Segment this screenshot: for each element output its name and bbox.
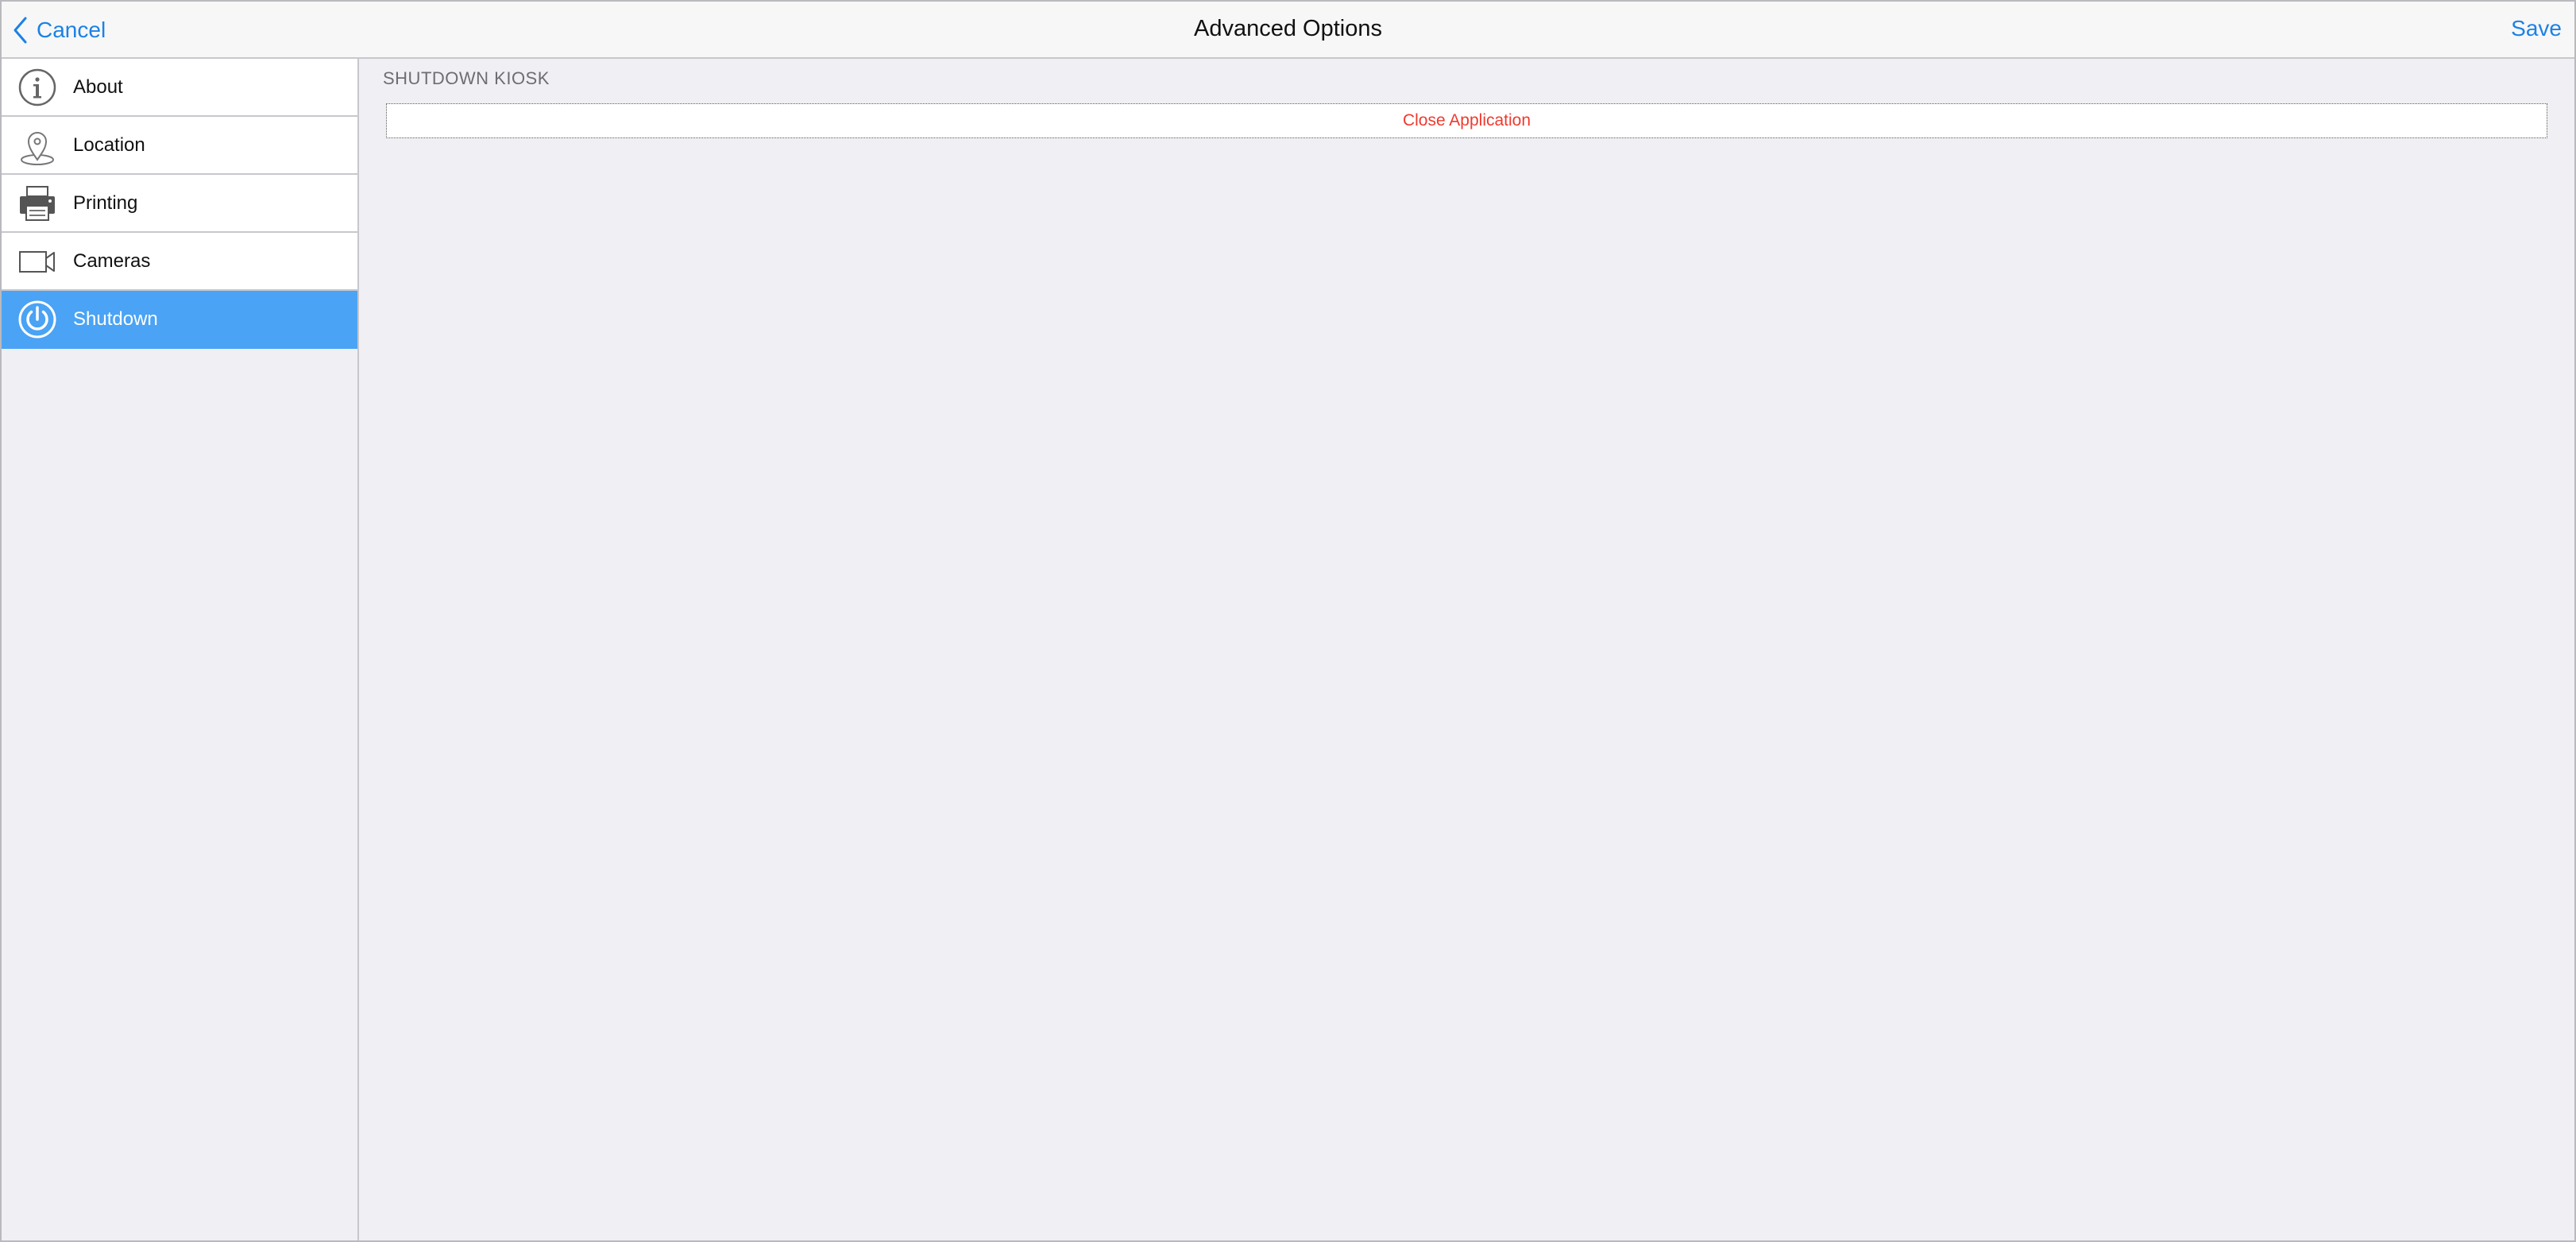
sidebar-item-printing[interactable]: Printing [2,175,357,233]
close-application-button[interactable]: Close Application [386,103,2547,138]
sidebar-item-about[interactable]: About [2,59,357,117]
power-icon [18,300,56,338]
section-header: SHUTDOWN KIOSK [383,68,550,88]
sidebar-item-label: About [73,75,123,98]
video-camera-icon [19,250,55,273]
printer-icon [20,185,55,221]
sidebar-item-location[interactable]: Location [2,117,357,175]
sidebar-item-cameras[interactable]: Cameras [2,233,357,291]
sidebar-item-shutdown[interactable]: Shutdown [2,291,357,349]
main-content: SHUTDOWN KIOSK Close Application [359,59,2574,1240]
sidebar-item-label: Shutdown [73,308,158,330]
info-icon [18,68,56,106]
page-title: Advanced Options [1194,16,1382,41]
sidebar-item-label: Cameras [73,250,151,272]
sidebar-item-label: Printing [73,192,138,214]
navigation-bar: Cancel Advanced Options Save [2,2,2574,59]
save-button[interactable]: Save [2511,16,2562,41]
app-window: Cancel Advanced Options Save About Locat… [0,0,2576,1242]
location-pin-icon [21,131,54,165]
sidebar: About Location Printing Cameras Shutdown [2,59,359,1240]
sidebar-item-label: Location [73,133,145,156]
